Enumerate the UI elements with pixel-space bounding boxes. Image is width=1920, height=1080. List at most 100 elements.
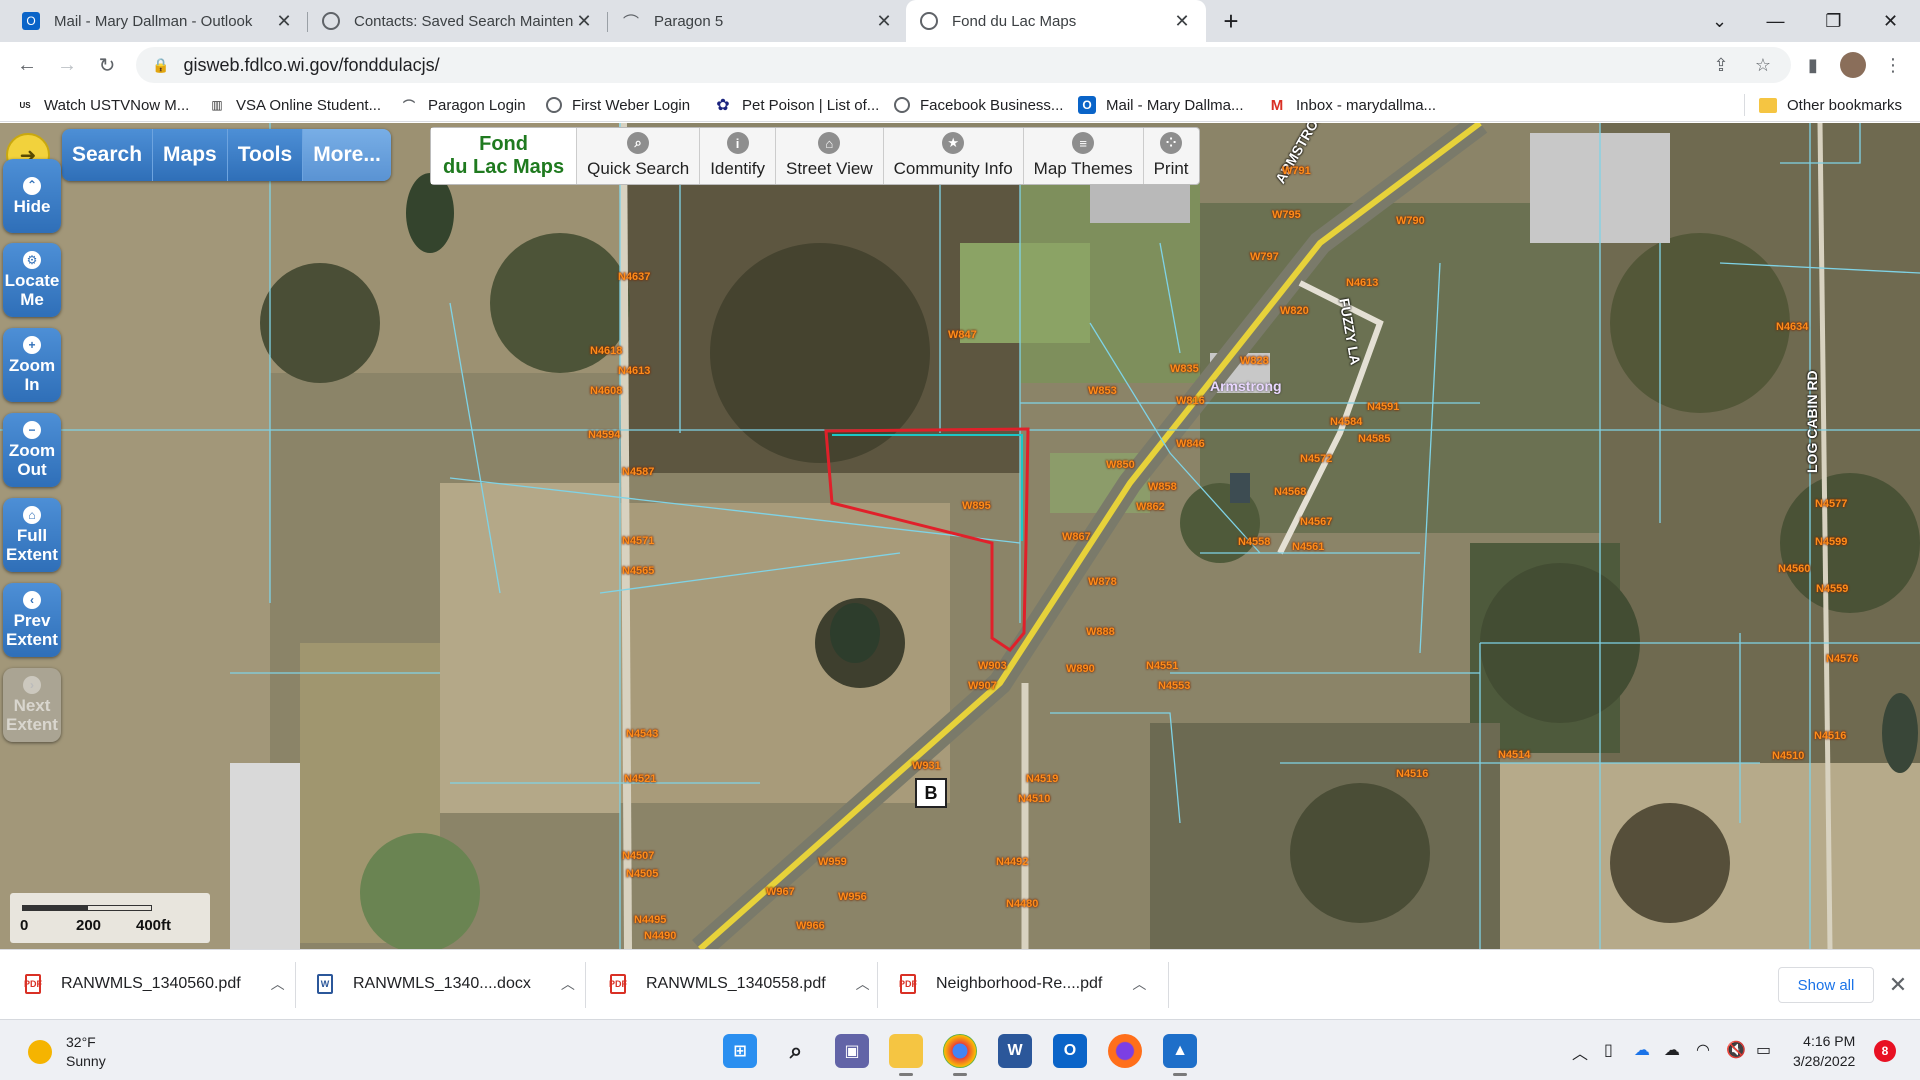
back-arrow-icon[interactable]: ←	[12, 50, 42, 80]
bookmark-star-icon[interactable]: ☆	[1750, 52, 1776, 78]
close-icon[interactable]: ✕	[1883, 970, 1913, 1000]
restore-button[interactable]: ❐	[1806, 0, 1861, 42]
nav-zoom-in-button[interactable]: + Zoom In	[3, 328, 61, 402]
window-close-button[interactable]: ✕	[1863, 0, 1918, 42]
info-icon: i	[726, 132, 749, 154]
windows-start-icon[interactable]: ⊞	[723, 1034, 757, 1068]
usb-icon[interactable]: ▯	[1604, 1040, 1613, 1060]
new-tab-button[interactable]: +	[1206, 0, 1256, 42]
chevron-up-icon[interactable]: ︿	[1132, 974, 1146, 994]
address-label: W862	[1136, 501, 1165, 513]
address-label: W903	[978, 660, 1007, 672]
nav-label: Zoom	[8, 356, 56, 375]
weather-desc: Sunny	[66, 1053, 106, 1069]
address-label: W888	[1086, 626, 1115, 638]
close-icon[interactable]: ✕	[874, 11, 894, 32]
minus-icon: −	[23, 421, 41, 439]
menu-more[interactable]: More...	[303, 129, 391, 181]
bookmark-item[interactable]: Facebook Business...	[894, 94, 1063, 116]
tab-fond-du-lac-maps[interactable]: Fond du Lac Maps ✕	[906, 0, 1206, 42]
tool-community-info[interactable]: ★ Community Info	[884, 128, 1024, 184]
close-icon[interactable]: ✕	[274, 11, 294, 32]
search-icon[interactable]: ⌕	[779, 1034, 813, 1068]
tab-paragon[interactable]: ⌒ Paragon 5 ✕	[608, 0, 908, 42]
photos-icon[interactable]: ▲	[1163, 1034, 1197, 1076]
download-item[interactable]: PDF RANWMLS_1340558.pdf ︿	[585, 960, 870, 1008]
tab-search-chevron-icon[interactable]: ⌄	[1692, 0, 1747, 42]
tab-title: Paragon 5	[654, 12, 724, 30]
nav-prev-extent-button[interactable]: ‹ Prev Extent	[3, 583, 61, 657]
download-item[interactable]: PDF RANWMLS_1340560.pdf ︿	[0, 960, 285, 1008]
file-explorer-icon[interactable]	[889, 1034, 923, 1076]
tool-identify[interactable]: i Identify	[700, 128, 776, 184]
outlook-icon[interactable]: O	[1053, 1034, 1087, 1068]
share-icon[interactable]: ⇪	[1708, 52, 1734, 78]
bookmark-label: Pet Poison | List of...	[742, 96, 880, 114]
menu-maps[interactable]: Maps	[153, 129, 228, 181]
chevron-up-icon[interactable]: ︿	[271, 974, 285, 994]
teams-chat-icon[interactable]: ▣	[835, 1034, 869, 1068]
tool-print[interactable]: ⁘ Print	[1144, 128, 1199, 184]
onedrive-icon[interactable]: ☁	[1634, 1040, 1650, 1060]
tab-title: Mail - Mary Dallman - Outlook	[54, 12, 253, 30]
volume-muted-icon[interactable]: 🔇	[1726, 1040, 1746, 1060]
bookmark-item[interactable]: ⌒ Paragon Login	[400, 94, 526, 116]
bookmarks-bar: US Watch USTVNow M... ▥ VSA Online Stude…	[0, 88, 1920, 122]
bookmark-item[interactable]: ✿ Pet Poison | List of...	[714, 94, 879, 116]
close-icon[interactable]: ✕	[574, 11, 594, 32]
lock-icon[interactable]: 🔒	[152, 57, 169, 74]
bookmark-item[interactable]: ▥ VSA Online Student...	[208, 94, 381, 116]
tool-map-themes[interactable]: ≡ Map Themes	[1024, 128, 1144, 184]
bookmark-item[interactable]: First Weber Login	[546, 94, 690, 116]
forward-arrow-icon[interactable]: →	[52, 50, 82, 80]
tool-label: Quick Search	[587, 159, 690, 178]
bookmark-item[interactable]: O Mail - Mary Dallma...	[1078, 94, 1244, 116]
address-bar[interactable]: 🔒 gisweb.fdlco.wi.gov/fonddulacjs/	[136, 47, 1791, 83]
chevron-up-icon[interactable]: ︿	[856, 974, 870, 994]
download-item[interactable]: W RANWMLS_1340....docx ︿	[292, 960, 575, 1008]
nav-zoom-out-button[interactable]: − Zoom Out	[3, 413, 61, 487]
clock[interactable]: 4:16 PM 3/28/2022	[1793, 1031, 1855, 1071]
browser-toolbar: ← → ↻ 🔒 gisweb.fdlco.wi.gov/fonddulacjs/…	[0, 42, 1920, 88]
road-label-log-cabin: LOG CABIN RD	[1804, 370, 1820, 473]
menu-tools[interactable]: Tools	[227, 129, 304, 181]
scale-tick: 400ft	[136, 917, 172, 934]
close-icon[interactable]: ✕	[1172, 11, 1192, 32]
word-icon[interactable]: W	[998, 1034, 1032, 1068]
nav-locate-me-button[interactable]: ⚙ Locate Me	[3, 243, 61, 317]
firefox-icon[interactable]	[1108, 1034, 1142, 1068]
weather-temp: 32°F	[66, 1034, 96, 1050]
nav-hide-button[interactable]: ⌃ Hide	[3, 159, 61, 233]
side-panel-icon[interactable]: ▮	[1800, 52, 1826, 78]
notification-badge[interactable]: 8	[1874, 1040, 1896, 1062]
weather-widget[interactable]: 32°F Sunny	[28, 1033, 106, 1071]
street-view-icon: ⌂	[818, 132, 841, 154]
chevron-up-icon[interactable]: ︿	[1572, 1040, 1588, 1064]
avatar[interactable]	[1840, 52, 1866, 78]
map-viewport[interactable]: ARMSTRONG RD FUZZY LA LOG CABIN RD Armst…	[0, 123, 1920, 949]
minimize-button[interactable]: —	[1748, 0, 1803, 42]
chevron-up-icon[interactable]: ︿	[561, 974, 575, 994]
address-label: N4560	[1778, 563, 1811, 575]
other-bookmarks[interactable]: Other bookmarks	[1744, 94, 1902, 116]
menu-dots-icon[interactable]: ⋮	[1880, 52, 1906, 78]
reload-icon[interactable]: ↻	[92, 50, 122, 80]
nav-full-extent-button[interactable]: ⌂ Full Extent	[3, 498, 61, 572]
tab-contacts-saved-search[interactable]: Contacts: Saved Search Maintena ✕	[308, 0, 608, 42]
bookmark-item[interactable]: M Inbox - marydallma...	[1268, 94, 1436, 116]
wifi-icon[interactable]: ◠	[1696, 1040, 1710, 1060]
bookmark-item[interactable]: US Watch USTVNow M...	[16, 94, 189, 116]
chrome-icon[interactable]	[943, 1034, 977, 1076]
tab-outlook-mail[interactable]: O Mail - Mary Dallman - Outlook ✕	[8, 0, 308, 42]
scale-bar: 0 200 400ft	[10, 893, 210, 943]
address-label: W790	[1396, 215, 1425, 227]
battery-icon[interactable]: ▭	[1756, 1040, 1771, 1060]
download-item[interactable]: PDF Neighborhood-Re....pdf ︿	[875, 960, 1146, 1008]
menu-search[interactable]: Search	[62, 129, 154, 181]
tool-quick-search[interactable]: ⌕ Quick Search	[577, 128, 701, 184]
show-all-downloads-button[interactable]: Show all	[1778, 967, 1874, 1003]
url-text[interactable]: gisweb.fdlco.wi.gov/fonddulacjs/	[183, 55, 439, 76]
onedrive-personal-icon[interactable]: ☁	[1664, 1040, 1680, 1060]
nav-next-extent-button[interactable]: › Next Extent	[3, 668, 61, 742]
tool-street-view[interactable]: ⌂ Street View	[776, 128, 884, 184]
